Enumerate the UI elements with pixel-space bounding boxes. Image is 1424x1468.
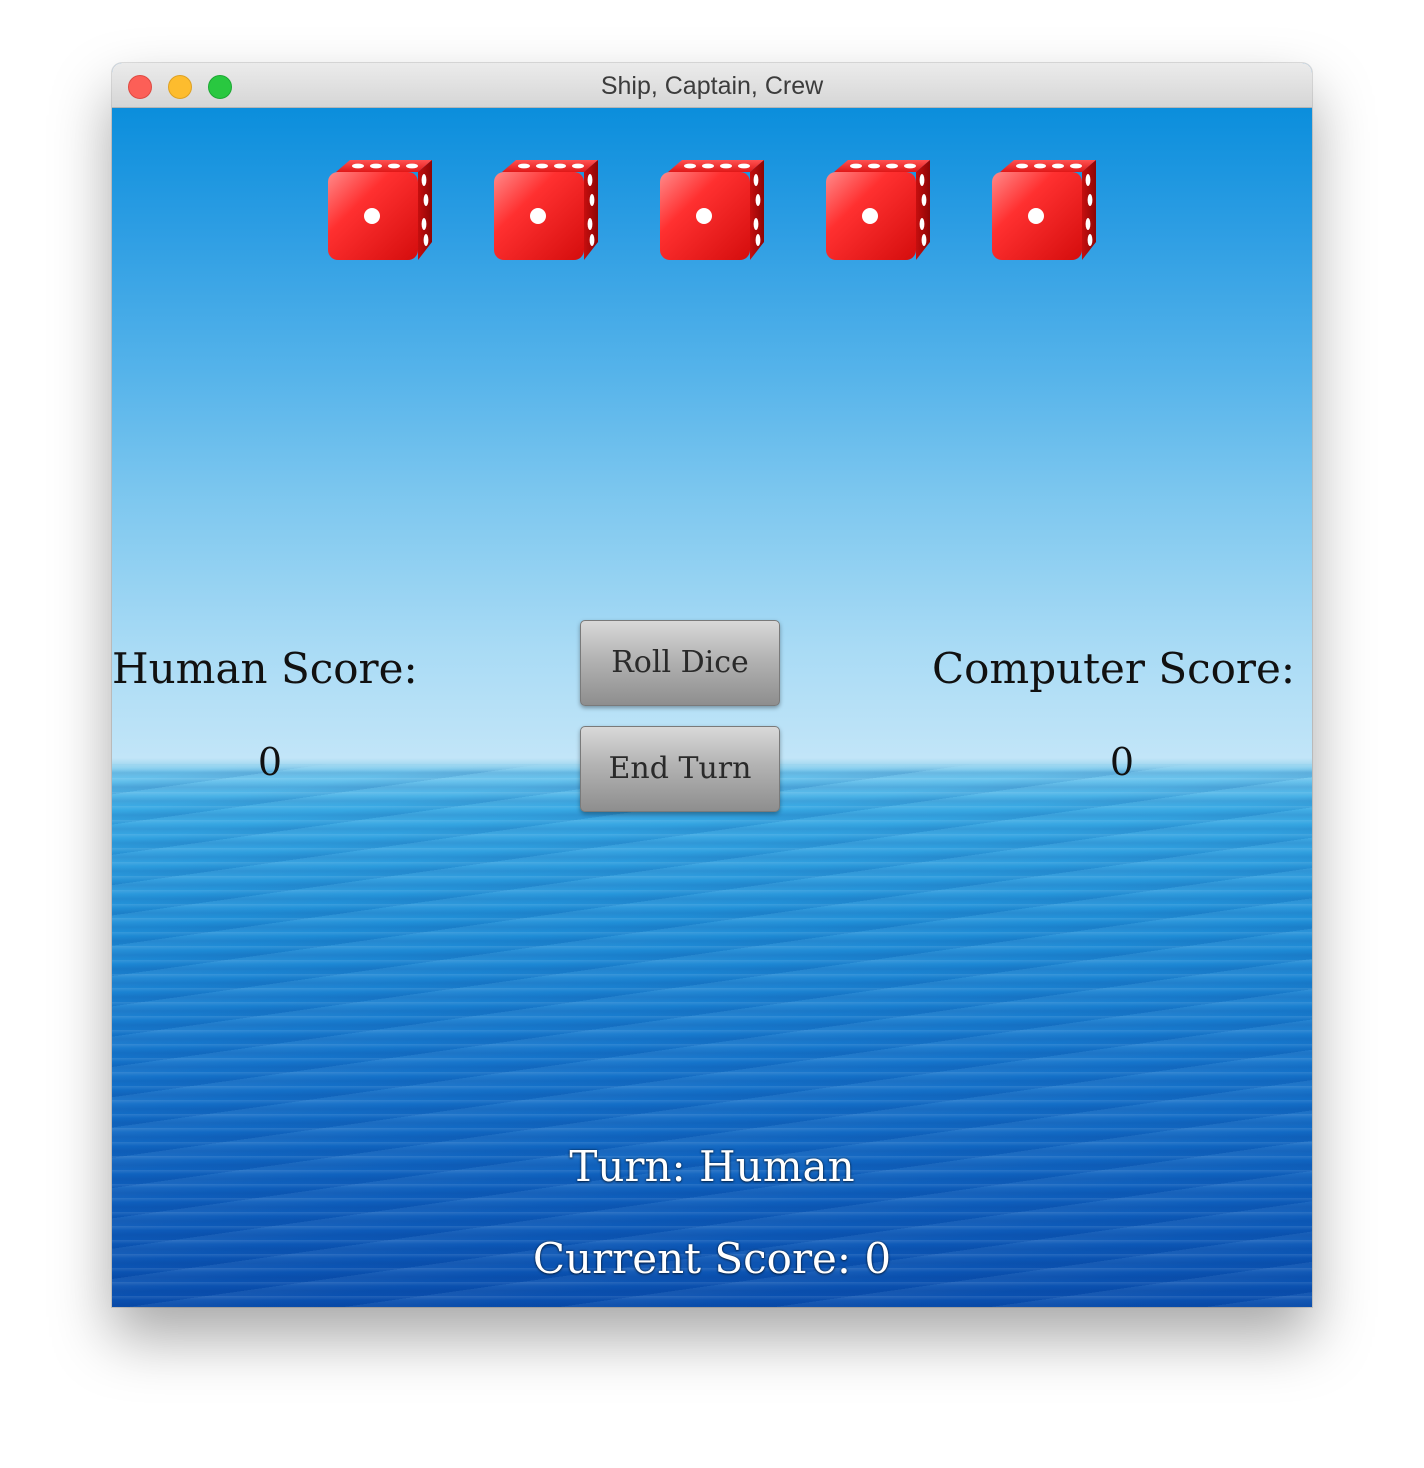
roll-dice-button[interactable]: Roll Dice <box>580 620 780 706</box>
human-score-value: 0 <box>257 740 283 784</box>
window-title: Ship, Captain, Crew <box>600 72 824 100</box>
computer-score-label: Computer Score: <box>932 644 1296 693</box>
computer-score-value: 0 <box>1109 740 1135 784</box>
die-icon[interactable] <box>992 156 1100 262</box>
human-score-label: Human Score: <box>112 644 418 693</box>
end-turn-button[interactable]: End Turn <box>580 726 780 812</box>
game-window: Ship, Captain, Crew Human Score: 0 Compu… <box>112 63 1312 1307</box>
turn-indicator: Turn: Human <box>569 1142 855 1191</box>
die-icon[interactable] <box>826 156 934 262</box>
die-icon[interactable] <box>494 156 602 262</box>
sea-background <box>112 764 1312 1307</box>
dice-row <box>112 156 1312 266</box>
title-bar[interactable]: Ship, Captain, Crew <box>112 63 1312 108</box>
game-board: Human Score: 0 Computer Score: 0 Roll Di… <box>112 108 1312 1307</box>
die-icon[interactable] <box>660 156 768 262</box>
current-score: Current Score: 0 <box>532 1234 892 1283</box>
die-icon[interactable] <box>328 156 436 262</box>
